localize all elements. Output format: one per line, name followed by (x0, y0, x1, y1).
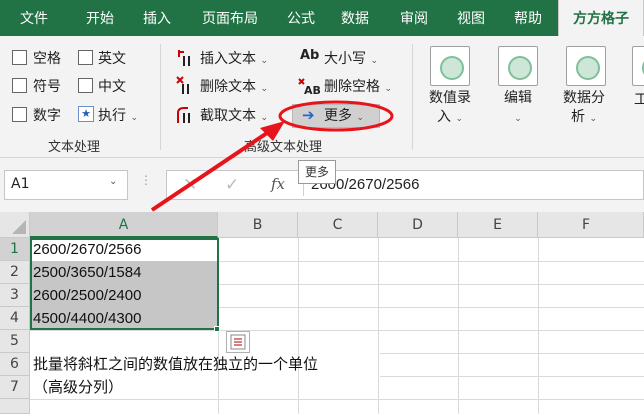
annotation-overlay (150, 100, 394, 212)
highlight-ellipse (278, 100, 394, 132)
annotation-arrow-head (260, 121, 285, 141)
annotation-arrow-line (150, 129, 272, 212)
